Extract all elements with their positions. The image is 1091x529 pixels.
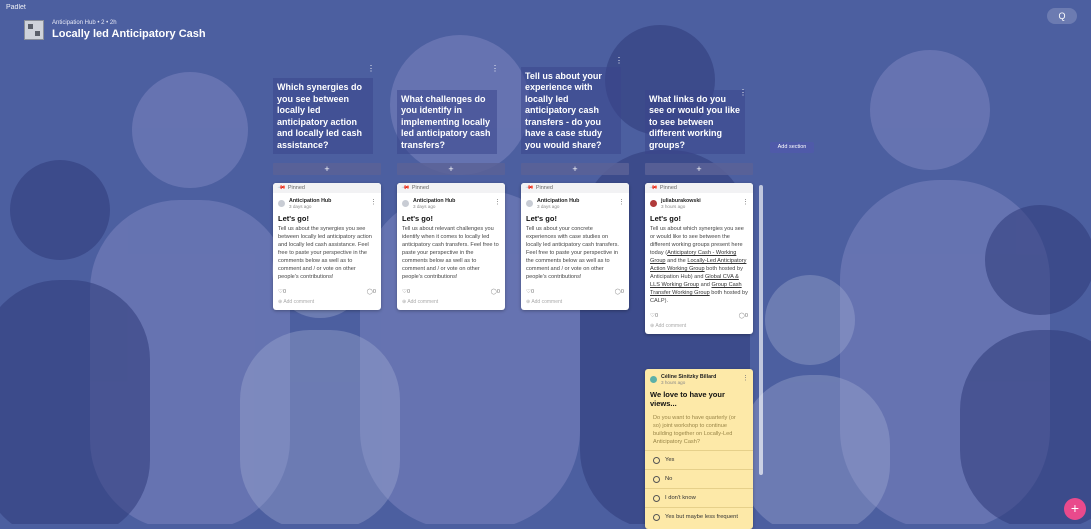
section-more-icon[interactable]: ⋮ — [739, 88, 747, 97]
post-menu-icon[interactable]: ⋮ — [370, 198, 377, 206]
add-comment-input[interactable]: ⊕ Add comment — [521, 295, 629, 310]
radio-icon — [653, 456, 660, 464]
avatar — [278, 200, 285, 207]
section-header-links: What links do you see or would you like … — [645, 88, 753, 154]
search-icon[interactable]: Q — [1047, 8, 1077, 24]
section-title: What links do you see or would you like … — [645, 89, 745, 154]
post-title: Let's go! — [278, 214, 309, 223]
post-author: juliaburakowski 3 hours ago ⋮ — [645, 193, 753, 209]
radio-icon — [653, 494, 660, 502]
post-title: Let's go! — [526, 214, 557, 223]
add-post-fab[interactable]: + — [1064, 498, 1086, 520]
board-meta[interactable]: Anticipation Hub • 2 • 2h — [52, 20, 206, 26]
pinned-label: 📌 Pinned — [273, 183, 381, 193]
poll-title: We love to have your views... — [650, 390, 725, 408]
add-comment-input[interactable]: ⊕ Add comment — [273, 295, 381, 310]
add-section-button[interactable]: Add section — [770, 142, 814, 153]
like-button[interactable]: ♡0 — [650, 313, 658, 319]
pinned-label: 📌 Pinned — [397, 183, 505, 193]
add-post-button[interactable]: + — [397, 163, 505, 175]
post-time: 3 hours ago — [661, 204, 686, 209]
post-menu-icon[interactable]: ⋮ — [742, 374, 749, 382]
post-body: Tell us about which synergies you see or… — [650, 226, 748, 304]
section-header-experience: Tell us about your experience with local… — [521, 56, 629, 154]
post-body: Tell us about relevant challenges you id… — [402, 226, 499, 280]
poll-card[interactable]: Céline Sinitzky Billard 3 hours ago ⋮ We… — [645, 369, 753, 529]
post-menu-icon[interactable]: ⋮ — [494, 198, 501, 206]
poll-option[interactable]: Yes but maybe less frequent — [645, 507, 753, 526]
app-brand[interactable]: Padlet — [6, 4, 26, 11]
avatar — [526, 200, 533, 207]
section-more-icon[interactable]: ⋮ — [491, 64, 499, 73]
like-button[interactable]: ♡0 — [526, 289, 534, 295]
add-post-button[interactable]: + — [521, 163, 629, 175]
column-scrollbar[interactable] — [759, 185, 763, 475]
poll-question: Do you want to have quarterly (or so) jo… — [653, 415, 736, 445]
section-more-icon[interactable]: ⋮ — [367, 64, 375, 73]
comment-count[interactable]: ◯0 — [615, 289, 624, 295]
pinned-label: 📌 Pinned — [645, 183, 753, 193]
section-header-challenges: What challenges do you identify in imple… — [397, 64, 505, 154]
like-button[interactable]: ♡0 — [402, 289, 410, 295]
section-header-synergies: Which synergies do you see between local… — [273, 64, 381, 154]
section-more-icon[interactable]: ⋮ — [615, 56, 623, 65]
add-comment-input[interactable]: ⊕ Add comment — [645, 319, 753, 334]
avatar — [402, 200, 409, 207]
section-title: What challenges do you identify in imple… — [397, 89, 497, 154]
post-author: Anticipation Hub 3 days ago ⋮ — [273, 193, 381, 209]
post-card[interactable]: 📌 Pinned Anticipation Hub 3 days ago ⋮ Le… — [273, 183, 381, 310]
poll-option[interactable]: I don't know — [645, 488, 753, 507]
add-post-button[interactable]: + — [645, 163, 753, 175]
board-header: Anticipation Hub • 2 • 2h Locally led An… — [24, 20, 206, 40]
comment-count[interactable]: ◯0 — [739, 313, 748, 319]
post-time: 3 hours ago — [661, 380, 686, 385]
section-title: Which synergies do you see between local… — [273, 78, 373, 154]
add-post-button[interactable]: + — [273, 163, 381, 175]
post-time: 3 days ago — [537, 204, 560, 209]
avatar — [650, 200, 657, 207]
section-title: Tell us about your experience with local… — [521, 66, 621, 154]
poll-option[interactable]: No — [645, 469, 753, 488]
post-card[interactable]: 📌 Pinned Anticipation Hub 3 days ago ⋮ Le… — [521, 183, 629, 310]
post-title: Let's go! — [650, 214, 681, 223]
radio-icon — [653, 475, 660, 483]
post-menu-icon[interactable]: ⋮ — [742, 198, 749, 206]
avatar — [650, 376, 657, 383]
post-body: Tell us about the synergies you see betw… — [278, 226, 372, 280]
comment-count[interactable]: ◯0 — [491, 289, 500, 295]
like-button[interactable]: ♡0 — [278, 289, 286, 295]
post-author: Céline Sinitzky Billard 3 hours ago ⋮ — [645, 369, 753, 385]
board-thumbnail[interactable] — [24, 20, 44, 40]
post-title: Let's go! — [402, 214, 433, 223]
post-author: Anticipation Hub 3 days ago ⋮ — [397, 193, 505, 209]
radio-icon — [653, 513, 660, 521]
post-card[interactable]: 📌 Pinned Anticipation Hub 3 days ago ⋮ Le… — [397, 183, 505, 310]
add-comment-input[interactable]: ⊕ Add comment — [397, 295, 505, 310]
post-menu-icon[interactable]: ⋮ — [618, 198, 625, 206]
post-body: Tell us about your concrete experiences … — [526, 226, 619, 280]
pinned-label: 📌 Pinned — [521, 183, 629, 193]
post-author: Anticipation Hub 3 days ago ⋮ — [521, 193, 629, 209]
comment-count[interactable]: ◯0 — [367, 289, 376, 295]
board-title: Locally led Anticipatory Cash — [52, 28, 206, 40]
poll-option[interactable]: Yes — [645, 450, 753, 469]
post-time: 3 days ago — [413, 204, 436, 209]
post-time: 3 days ago — [289, 204, 312, 209]
post-card[interactable]: 📌 Pinned juliaburakowski 3 hours ago ⋮ Le… — [645, 183, 753, 334]
